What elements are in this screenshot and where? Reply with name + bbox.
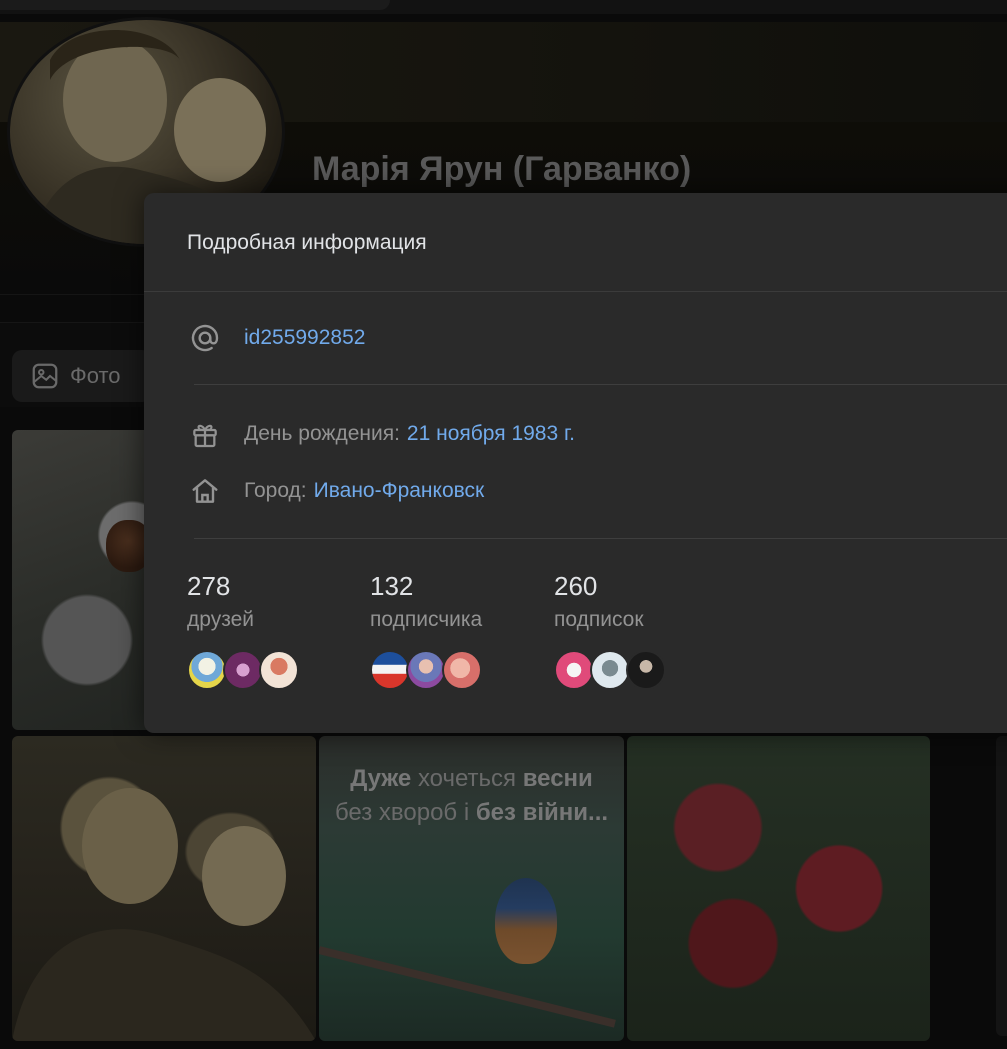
- avatar[interactable]: [223, 650, 263, 690]
- stat-label: друзей: [187, 608, 254, 631]
- friends-avatars: [187, 650, 299, 690]
- stat-count: 132: [370, 571, 414, 601]
- branch: [319, 946, 616, 1028]
- at-icon: [188, 321, 222, 355]
- avatar[interactable]: [259, 650, 299, 690]
- detailed-info-popup: Подробная информация id255992852 День ро…: [144, 193, 1007, 733]
- avatar[interactable]: [626, 650, 666, 690]
- photo-mother-child[interactable]: [12, 736, 316, 1041]
- avatar[interactable]: [187, 650, 227, 690]
- caption-word: хочеться: [417, 765, 517, 792]
- profile-name: Марія Ярун (Гарванко): [312, 150, 692, 188]
- home-icon: [188, 474, 222, 508]
- stat-count: 278: [187, 571, 231, 601]
- followers-avatars: [370, 650, 482, 690]
- search-field[interactable]: [0, 0, 390, 10]
- avatar[interactable]: [406, 650, 446, 690]
- avatar[interactable]: [590, 650, 630, 690]
- photo-mother-child-art: [12, 788, 316, 1041]
- avatar[interactable]: [370, 650, 410, 690]
- tab-photos[interactable]: Фото: [12, 350, 152, 402]
- avatar[interactable]: [554, 650, 594, 690]
- city-link[interactable]: Ивано-Франковск: [314, 479, 485, 503]
- username-row: id255992852: [188, 321, 365, 355]
- photo-roses[interactable]: [627, 736, 930, 1041]
- profile-page: Марія Ярун (Гарванко) Фото Дуже хочеться…: [0, 0, 1007, 1049]
- birthday-label: День рождения:: [244, 422, 400, 445]
- image-icon: [32, 363, 58, 389]
- side-card: [996, 736, 1007, 1036]
- username-link[interactable]: id255992852: [244, 326, 365, 350]
- popup-title: Подробная информация: [187, 231, 427, 254]
- avatar[interactable]: [442, 650, 482, 690]
- popup-divider: [144, 291, 1007, 292]
- city-row: Город: Ивано-Франковск: [188, 474, 484, 508]
- bird-post-caption: Дуже хочеться весни без хвороб і без вій…: [319, 762, 624, 830]
- top-bar: [0, 0, 1007, 14]
- birthday-row: День рождения: 21 ноября 1983 г.: [188, 417, 575, 451]
- caption-word: Дуже: [350, 765, 412, 792]
- stat-subscriptions[interactable]: 260 подписок: [554, 571, 666, 690]
- city-label: Город:: [244, 479, 307, 502]
- tab-photos-label: Фото: [70, 363, 121, 388]
- bird: [495, 878, 557, 964]
- row-divider: [194, 384, 1007, 385]
- birthday-link[interactable]: 21 ноября 1983 г.: [407, 422, 575, 446]
- caption-word: без війни...: [475, 799, 609, 826]
- gift-icon: [188, 417, 222, 451]
- row-divider: [194, 538, 1007, 539]
- stat-count: 260: [554, 571, 598, 601]
- stat-followers[interactable]: 132 подписчика: [370, 571, 482, 690]
- photo-bird-post[interactable]: Дуже хочеться весни без хвороб і без вій…: [319, 736, 624, 1041]
- stat-label: подписок: [554, 608, 644, 631]
- stat-label: подписчика: [370, 608, 483, 631]
- caption-word: без хвороб і: [334, 799, 470, 826]
- caption-word: весни: [522, 765, 593, 792]
- subscriptions-avatars: [554, 650, 666, 690]
- stat-friends[interactable]: 278 друзей: [187, 571, 299, 690]
